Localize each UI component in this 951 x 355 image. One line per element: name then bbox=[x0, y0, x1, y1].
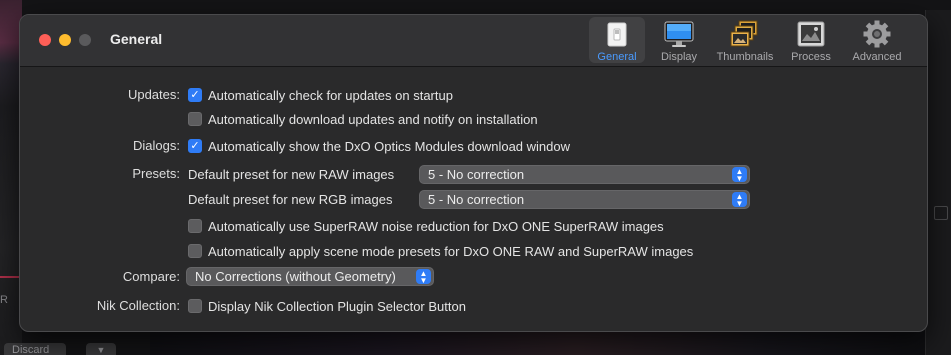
close-window-button[interactable] bbox=[39, 34, 51, 46]
rgb-preset-value: 5 - No correction bbox=[428, 192, 525, 207]
chevron-updown-icon: ▲ ▼ bbox=[416, 269, 431, 284]
auto-download-option[interactable]: Automatically download updates and notif… bbox=[188, 109, 538, 129]
auto-download-text: Automatically download updates and notif… bbox=[208, 111, 538, 127]
scene-mode-option[interactable]: Automatically apply scene mode presets f… bbox=[188, 241, 693, 261]
title-bar: General General Display Thumbnails Proce… bbox=[20, 15, 927, 67]
updates-label: Updates: bbox=[127, 87, 180, 102]
tab-thumbnails-label: Thumbnails bbox=[716, 51, 774, 63]
check-updates-startup-text: Automatically check for updates on start… bbox=[208, 87, 453, 103]
raw-preset-label: Default preset for new RAW images bbox=[188, 166, 395, 182]
background-checkbox[interactable] bbox=[934, 206, 948, 220]
general-switch-icon bbox=[602, 20, 632, 48]
chevron-updown-icon: ▲ ▼ bbox=[732, 192, 747, 207]
tab-thumbnails[interactable]: Thumbnails bbox=[713, 17, 777, 63]
tab-process[interactable]: Process bbox=[783, 17, 839, 63]
superraw-noise-option[interactable]: Automatically use SuperRAW noise reducti… bbox=[188, 216, 664, 236]
show-download-window-checkbox[interactable]: ✓ bbox=[188, 139, 202, 153]
scene-mode-checkbox[interactable] bbox=[188, 244, 202, 258]
raw-preset-value: 5 - No correction bbox=[428, 167, 525, 182]
scene-mode-text: Automatically apply scene mode presets f… bbox=[208, 243, 694, 259]
compare-select[interactable]: No Corrections (without Geometry) ▲ ▼ bbox=[186, 267, 434, 286]
tab-general[interactable]: General bbox=[589, 17, 645, 63]
nik-selector-option[interactable]: Display Nik Collection Plugin Selector B… bbox=[188, 296, 466, 316]
rgb-preset-label: Default preset for new RGB images bbox=[188, 191, 393, 207]
compare-value: No Corrections (without Geometry) bbox=[195, 269, 396, 284]
show-download-window-text: Automatically show the DxO Optics Module… bbox=[208, 138, 571, 154]
background-app-right-panel bbox=[925, 10, 951, 355]
tab-advanced-label: Advanced bbox=[852, 51, 902, 63]
raw-preset-select[interactable]: 5 - No correction ▲ ▼ bbox=[419, 165, 750, 184]
auto-download-checkbox[interactable] bbox=[188, 112, 202, 126]
discard-button[interactable]: Discard bbox=[4, 343, 66, 355]
tab-display-label: Display bbox=[660, 51, 698, 63]
check-updates-startup-option[interactable]: ✓ Automatically check for updates on sta… bbox=[188, 85, 453, 105]
nik-selector-text: Display Nik Collection Plugin Selector B… bbox=[208, 298, 466, 314]
rgb-preset-row: Default preset for new RGB images bbox=[188, 189, 392, 209]
preferences-window: General General Display Thumbnails Proce… bbox=[19, 14, 928, 332]
tab-process-label: Process bbox=[791, 51, 831, 63]
chevron-updown-icon: ▲ ▼ bbox=[732, 167, 747, 182]
window-title: General bbox=[110, 31, 163, 47]
minimize-window-button[interactable] bbox=[59, 34, 71, 46]
superraw-noise-text: Automatically use SuperRAW noise reducti… bbox=[208, 218, 664, 234]
nik-selector-checkbox[interactable] bbox=[188, 299, 202, 313]
superraw-noise-checkbox[interactable] bbox=[188, 219, 202, 233]
display-monitor-icon bbox=[664, 20, 694, 48]
rgb-preset-select[interactable]: 5 - No correction ▲ ▼ bbox=[419, 190, 750, 209]
gear-icon bbox=[862, 20, 892, 48]
presets-label: Presets: bbox=[132, 166, 180, 181]
tab-advanced[interactable]: Advanced bbox=[845, 17, 909, 63]
compare-label: Compare: bbox=[122, 269, 180, 284]
thumbnails-icon bbox=[730, 20, 760, 48]
process-icon bbox=[796, 20, 826, 48]
discard-dropdown-button[interactable]: ▼ bbox=[86, 343, 116, 355]
preferences-toolbar: General Display Thumbnails Process Advan… bbox=[589, 17, 909, 65]
background-image-strip bbox=[150, 330, 925, 355]
tab-general-label: General bbox=[597, 51, 637, 63]
raw-preset-row: Default preset for new RAW images bbox=[188, 164, 394, 184]
tab-display[interactable]: Display bbox=[651, 17, 707, 63]
nik-collection-label: Nik Collection: bbox=[96, 298, 180, 313]
zoom-window-button bbox=[79, 34, 91, 46]
check-updates-startup-checkbox[interactable]: ✓ bbox=[188, 88, 202, 102]
show-download-window-option[interactable]: ✓ Automatically show the DxO Optics Modu… bbox=[188, 136, 570, 156]
dialogs-label: Dialogs: bbox=[133, 138, 180, 153]
